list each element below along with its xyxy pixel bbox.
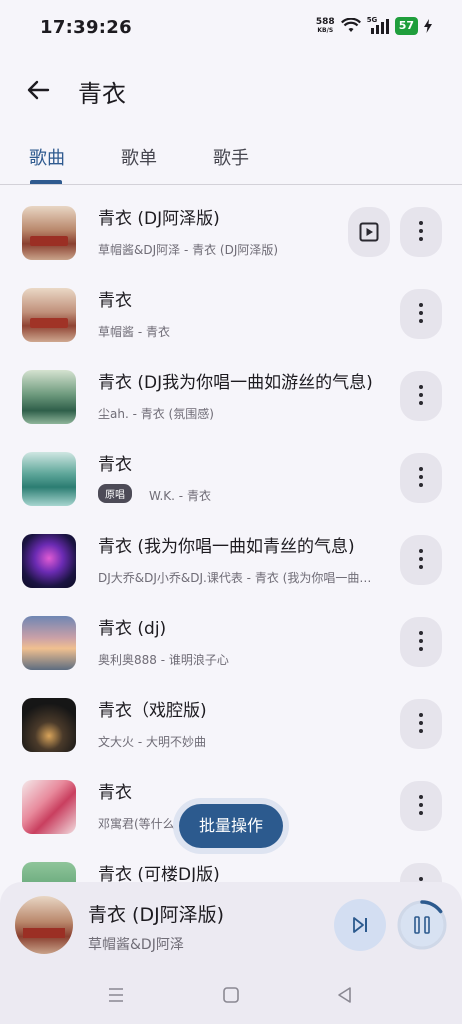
cellular-signal-icon: 5G	[367, 16, 389, 34]
song-title: 青衣	[98, 291, 132, 311]
song-title: 青衣 (DJ我为你唱一曲如游丝的气息)	[98, 373, 373, 393]
more-vertical-icon	[419, 221, 423, 241]
status-bar: 17:39:26 588 KB/S 5G 57	[0, 0, 462, 56]
app-bar: 青衣	[0, 60, 462, 120]
song-item[interactable]: 青衣 原唱 W.K. - 青衣	[0, 442, 462, 524]
song-title: 青衣	[98, 783, 132, 803]
more-vertical-icon	[419, 631, 423, 651]
now-playing-title: 青衣 (DJ阿泽版)	[88, 904, 225, 926]
more-vertical-icon	[419, 467, 423, 487]
song-title: 青衣 (我为你唱一曲如青丝的气息)	[98, 537, 355, 557]
song-subtitle: 草帽酱&DJ阿泽 - 青衣 (DJ阿泽版)	[98, 243, 279, 257]
tab-indicator	[30, 180, 62, 184]
song-subtitle: 邓寓君(等什么	[98, 817, 175, 831]
song-item[interactable]: 青衣 (我为你唱一曲如青丝的气息) DJ大乔&DJ小乔&DJ.课代表 - 青衣 …	[0, 524, 462, 606]
next-button[interactable]	[334, 899, 386, 951]
original-badge: 原唱	[98, 484, 132, 503]
song-title: 青衣 (DJ阿泽版)	[98, 209, 220, 229]
mini-player[interactable]: 青衣 (DJ阿泽版) 草帽酱&DJ阿泽	[0, 882, 462, 1024]
song-title: 青衣	[98, 455, 132, 475]
album-cover	[22, 698, 76, 752]
more-vertical-icon	[419, 549, 423, 569]
song-item[interactable]: 青衣 (DJ阿泽版) 草帽酱&DJ阿泽 - 青衣 (DJ阿泽版)	[0, 196, 462, 278]
song-subtitle: 奥利奥888 - 谁明浪子心	[98, 653, 229, 667]
tab-singers[interactable]: 歌手	[213, 144, 249, 170]
arrow-left-icon	[27, 80, 50, 100]
album-cover	[22, 780, 76, 834]
song-title: 青衣 (dj)	[98, 619, 167, 639]
more-vertical-icon	[419, 713, 423, 733]
clock: 17:39:26	[40, 17, 132, 38]
menu-icon[interactable]	[106, 986, 126, 1004]
network-speed: 588 KB/S	[315, 17, 335, 35]
status-icons: 588 KB/S 5G 57	[315, 16, 432, 35]
back-button[interactable]	[22, 74, 54, 106]
more-vertical-icon	[419, 795, 423, 815]
song-item[interactable]: 青衣 草帽酱 - 青衣	[0, 278, 462, 360]
page-title: 青衣	[78, 80, 126, 108]
play-box-icon	[359, 222, 379, 242]
song-subtitle: 草帽酱 - 青衣	[98, 325, 170, 339]
pause-button[interactable]	[396, 899, 448, 951]
charging-bolt-icon	[424, 19, 432, 33]
network-speed-unit: KB/S	[317, 27, 334, 34]
now-playing-artist: 草帽酱&DJ阿泽	[88, 937, 184, 953]
progress-ring	[397, 900, 447, 950]
wifi-icon	[340, 18, 361, 32]
song-title: 青衣（戏腔版)	[98, 701, 207, 721]
more-button[interactable]	[400, 699, 442, 749]
album-cover	[22, 534, 76, 588]
song-subtitle: 文大火 - 大明不妙曲	[98, 735, 206, 749]
more-vertical-icon	[419, 385, 423, 405]
back-triangle-icon[interactable]	[335, 986, 355, 1004]
more-vertical-icon	[419, 303, 423, 323]
system-nav-bar	[0, 976, 462, 1016]
album-cover	[22, 288, 76, 342]
now-playing-cover	[15, 896, 73, 954]
more-button[interactable]	[400, 371, 442, 421]
album-cover	[22, 616, 76, 670]
song-item[interactable]: 青衣 (dj) 奥利奥888 - 谁明浪子心	[0, 606, 462, 688]
tab-songs[interactable]: 歌曲	[29, 144, 65, 170]
battery-level: 57	[398, 19, 414, 32]
song-item[interactable]: 青衣 (DJ我为你唱一曲如游丝的气息) 尘ah. - 青衣 (氛围感)	[0, 360, 462, 442]
more-button[interactable]	[400, 453, 442, 503]
tab-bar: 歌曲 歌单 歌手	[0, 130, 462, 185]
play-button[interactable]	[348, 207, 390, 257]
tab-playlists[interactable]: 歌单	[121, 144, 157, 170]
more-button[interactable]	[400, 289, 442, 339]
song-subtitle: 尘ah. - 青衣 (氛围感)	[98, 407, 214, 421]
album-cover	[22, 206, 76, 260]
album-cover	[22, 370, 76, 424]
album-cover	[22, 452, 76, 506]
song-subtitle: W.K. - 青衣	[149, 489, 211, 503]
more-button[interactable]	[400, 207, 442, 257]
battery-icon: 57	[394, 17, 418, 35]
song-subtitle: DJ大乔&DJ小乔&DJ.课代表 - 青衣 (我为你唱一曲如青丝的气息)	[98, 571, 380, 585]
more-button[interactable]	[400, 617, 442, 667]
song-item[interactable]: 青衣（戏腔版) 文大火 - 大明不妙曲	[0, 688, 462, 770]
network-speed-value: 588	[315, 17, 335, 27]
home-square-icon[interactable]	[221, 986, 241, 1004]
batch-operation-button[interactable]: 批量操作	[179, 804, 283, 848]
more-button[interactable]	[400, 781, 442, 831]
skip-next-icon	[353, 917, 367, 933]
more-button[interactable]	[400, 535, 442, 585]
